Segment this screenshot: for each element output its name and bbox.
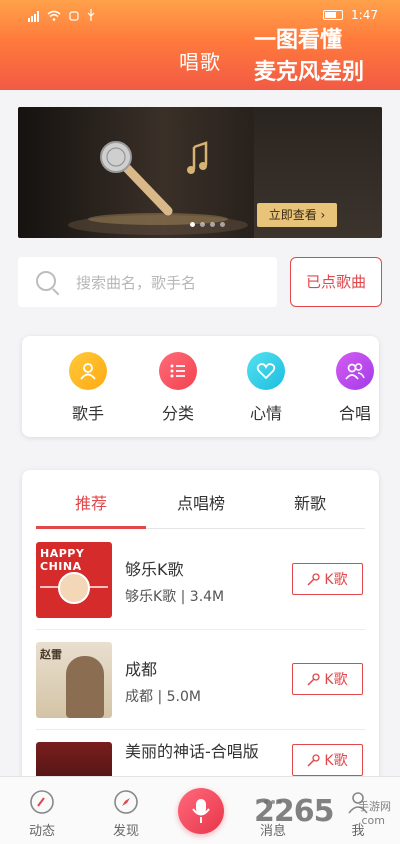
battery-icon	[323, 10, 344, 20]
ordered-songs-button[interactable]: 已点歌曲	[290, 257, 382, 307]
song-title: 够乐K歌	[125, 560, 184, 579]
dynamic-icon	[29, 789, 55, 815]
category-panel: 歌手 分类 心情 合唱	[22, 336, 379, 437]
sing-button-label: K歌	[324, 753, 348, 769]
search-box[interactable]: 搜索曲名，歌手名	[18, 257, 277, 307]
pager-dot[interactable]	[190, 222, 195, 227]
search-icon	[36, 271, 56, 291]
nav-discover[interactable]: 发现	[96, 789, 156, 839]
active-tab-indicator	[36, 526, 146, 529]
banner-title-line1: 一图看懂	[254, 28, 343, 53]
song-title: 美丽的神话-合唱版	[125, 742, 259, 761]
banner-view-button[interactable]: 立即查看 ›	[257, 203, 337, 227]
category-genre[interactable]: 分类	[148, 352, 208, 424]
category-mood[interactable]: 心情	[236, 352, 296, 424]
tab-recommend[interactable]: 推荐	[36, 490, 146, 514]
nav-label: 动态	[28, 824, 55, 839]
nav-label: 发现	[112, 824, 139, 839]
song-meta: 成都 | 5.0M	[125, 689, 201, 705]
microphone-icon	[307, 672, 321, 686]
sing-button[interactable]: K歌	[292, 563, 363, 595]
tab-chart[interactable]: 点唱榜	[146, 490, 256, 514]
compass-icon	[113, 789, 139, 815]
heart-icon	[247, 352, 285, 390]
pager-dot[interactable]	[200, 222, 205, 227]
microphone-illustration	[68, 141, 248, 235]
category-singer[interactable]: 歌手	[58, 352, 118, 424]
watermark-top: 手游网	[358, 800, 391, 813]
category-label: 心情	[249, 404, 282, 423]
sing-button-label: K歌	[324, 672, 348, 688]
status-left	[28, 9, 95, 24]
notification-icon	[69, 10, 79, 24]
sing-button[interactable]: K歌	[292, 744, 363, 776]
record-mic-button[interactable]	[178, 788, 224, 834]
song-row[interactable]: HAPPY CHINA 够乐K歌 够乐K歌 | 3.4M K歌	[36, 530, 365, 630]
pager-dot[interactable]	[220, 222, 225, 227]
status-time: 1:47	[351, 8, 378, 22]
album-cover: 赵雷	[36, 642, 112, 718]
watermark-sub: .com	[358, 814, 385, 827]
pager-dot[interactable]	[210, 222, 215, 227]
status-right: 1:47	[323, 8, 378, 22]
list-icon	[159, 352, 197, 390]
cover-person	[66, 656, 104, 718]
signal-icon	[28, 11, 39, 22]
sing-button-label: K歌	[324, 572, 348, 588]
site-watermark: 2265 手游网 .com	[254, 794, 400, 844]
category-label: 歌手	[71, 404, 104, 423]
cover-face	[58, 572, 90, 604]
cover-title: HAPPY CHINA	[40, 547, 85, 573]
banner-title-line2: 麦克风差别	[254, 60, 365, 85]
microphone-icon	[307, 753, 321, 767]
song-tabs: 推荐 点唱榜 新歌	[36, 470, 365, 529]
usb-icon	[87, 9, 95, 24]
mic-icon	[192, 799, 210, 823]
tab-new-songs[interactable]: 新歌	[255, 490, 365, 514]
duet-icon	[336, 352, 374, 390]
category-label: 分类	[161, 404, 194, 423]
search-placeholder: 搜索曲名，歌手名	[76, 274, 197, 292]
sing-button[interactable]: K歌	[292, 663, 363, 695]
banner-pager	[190, 222, 225, 227]
microphone-icon	[307, 572, 321, 586]
singer-icon	[69, 352, 107, 390]
nav-dynamic[interactable]: 动态	[12, 789, 72, 839]
category-label: 合唱	[338, 404, 371, 423]
wifi-icon	[47, 10, 61, 24]
song-row[interactable]: 赵雷 成都 成都 | 5.0M K歌	[36, 630, 365, 730]
cover-title: 赵雷	[40, 648, 62, 661]
song-meta: 够乐K歌 | 3.4M	[125, 589, 225, 605]
category-duet[interactable]: 合唱	[325, 352, 385, 424]
album-cover: HAPPY CHINA	[36, 542, 112, 618]
watermark-main: 2265	[254, 794, 334, 829]
song-title: 成都	[125, 660, 158, 679]
